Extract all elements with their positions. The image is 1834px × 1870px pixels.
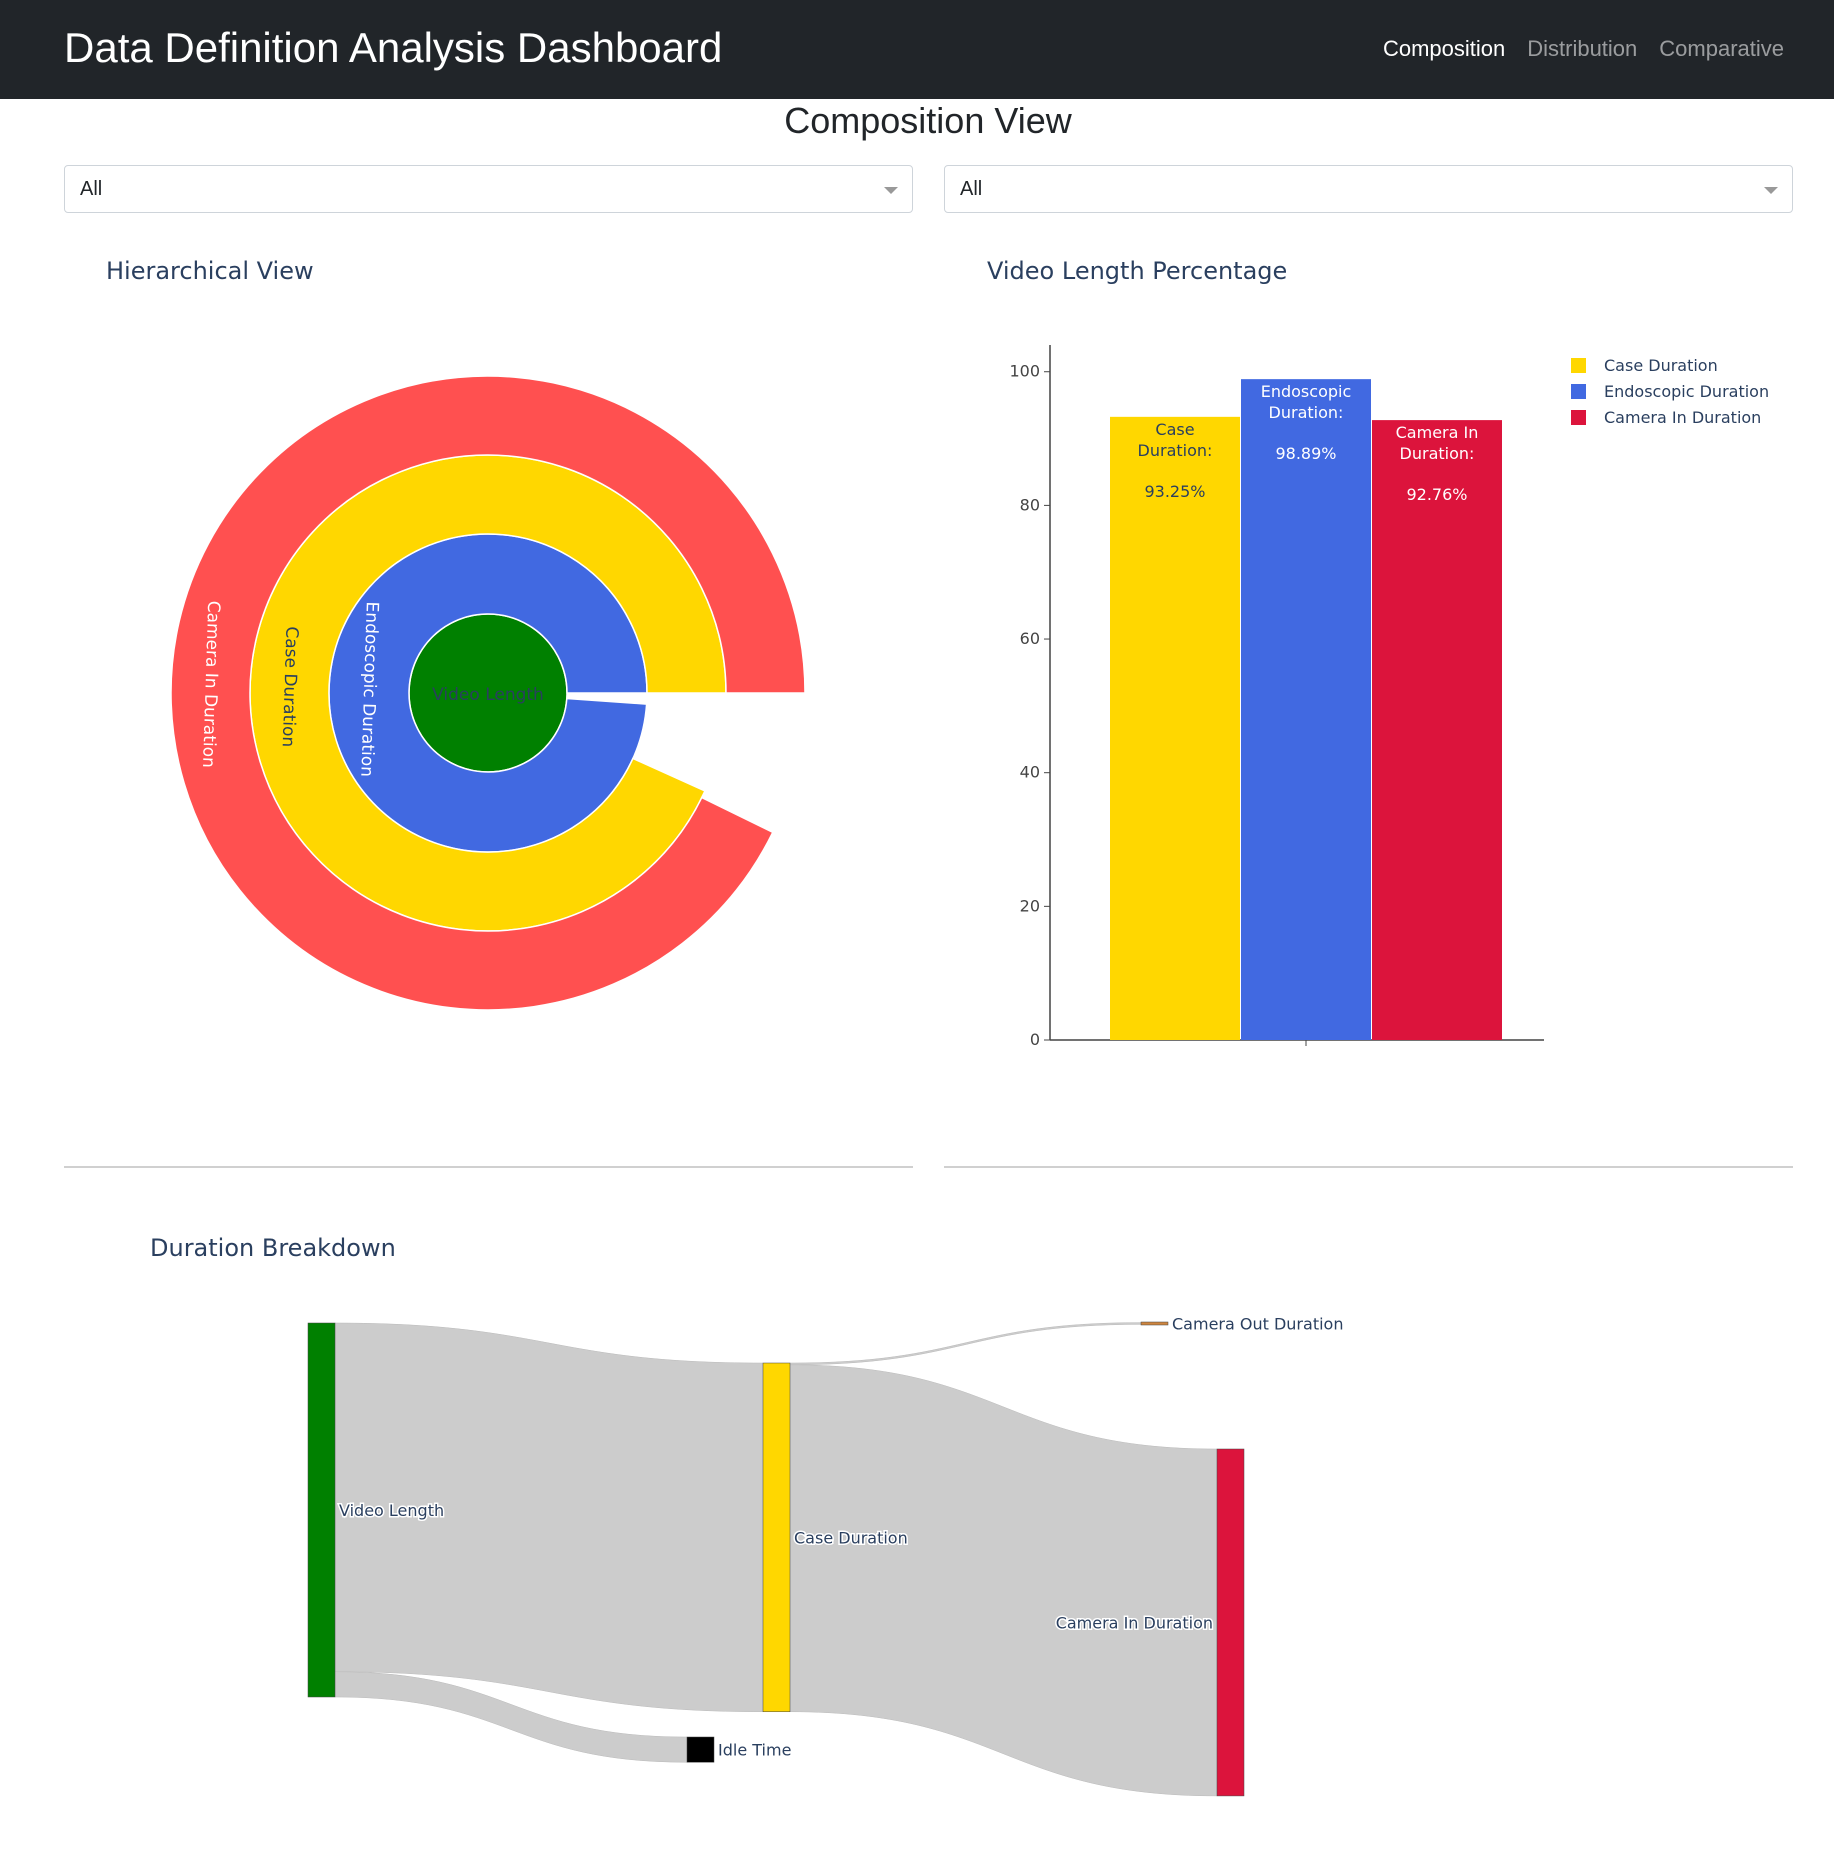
sankey-node-case-duration[interactable] [762, 1362, 791, 1713]
bar-chart-title: Video Length Percentage [987, 257, 1288, 285]
y-tick-label: 20 [1020, 896, 1040, 915]
y-tick-label: 60 [1020, 629, 1040, 648]
sankey-node-camera-in-duration[interactable] [1216, 1448, 1245, 1797]
sankey-title: Duration Breakdown [150, 1234, 396, 1262]
nav-link-composition[interactable]: Composition [1383, 36, 1505, 62]
divider-right [944, 1166, 1793, 1168]
y-tick-label: 100 [1009, 362, 1040, 381]
nav-links: Composition Distribution Comparative [1383, 36, 1784, 62]
y-tick-label: 0 [1030, 1030, 1040, 1049]
nav-link-distribution[interactable]: Distribution [1527, 36, 1637, 62]
left-filter-dropdown[interactable]: All [64, 165, 913, 213]
divider-left [64, 1166, 913, 1168]
sunburst-ring-label: Case Duration [278, 626, 302, 747]
legend-swatch-endoscopic-duration[interactable] [1571, 384, 1586, 399]
sunburst-chart: Video LengthEndoscopic DurationCase Dura… [170, 375, 806, 1011]
y-tick-label: 80 [1020, 495, 1040, 514]
sankey-link-case-duration-to-camera-in-duration[interactable] [789, 1364, 1218, 1797]
bar-chart: 0 20 40 60 80 100 Case Duration: 93.25% Endoscopi… [1009, 345, 1769, 1049]
sankey-label-idle-time: Idle Time [718, 1741, 791, 1760]
sankey-label-camera-out-duration: Camera Out Duration [1172, 1315, 1343, 1334]
chevron-down-icon [1764, 187, 1778, 194]
bar-text-label: Duration: [1138, 441, 1213, 460]
sunburst-title: Hierarchical View [106, 257, 314, 285]
right-filter-dropdown[interactable]: All [944, 165, 1793, 213]
bar-value-label: 93.25% [1144, 482, 1205, 501]
bar-endoscopic-duration[interactable] [1241, 379, 1371, 1040]
bar-value-label: 92.76% [1406, 485, 1467, 504]
bar-case-duration[interactable] [1110, 416, 1240, 1040]
sankey-label-video-length: Video Length [339, 1501, 444, 1520]
bar-value-label: 98.89% [1275, 444, 1336, 463]
sankey-node-idle-time[interactable] [686, 1736, 715, 1763]
legend-label-case-duration[interactable]: Case Duration [1604, 356, 1718, 375]
bar-text-label: Endoscopic [1261, 382, 1352, 401]
bar-text-label: Case [1155, 420, 1194, 439]
page-title: Composition View [784, 100, 1072, 141]
sunburst-center-label: Video Length [432, 685, 544, 705]
sankey-node-video-length[interactable] [307, 1322, 336, 1698]
sankey-node-camera-out-duration[interactable] [1140, 1321, 1169, 1326]
top-navbar: Data Definition Analysis Dashboard Compo… [0, 0, 1834, 99]
sankey-link-case-duration-to-camera-out-duration[interactable] [789, 1322, 1142, 1366]
bar-text-label: Duration: [1269, 403, 1344, 422]
sankey-diagram: Video Length Case Duration Idle Time Camera… [307, 1313, 1345, 1797]
nav-link-comparative[interactable]: Comparative [1659, 36, 1784, 62]
legend-swatch-camera-in-duration[interactable] [1571, 410, 1586, 425]
y-tick-label: 40 [1020, 763, 1040, 782]
bar-camera-in-duration[interactable] [1372, 420, 1502, 1040]
app-title[interactable]: Data Definition Analysis Dashboard [64, 24, 722, 72]
legend-label-endoscopic-duration[interactable]: Endoscopic Duration [1604, 382, 1769, 401]
bar-text-label: Camera In [1396, 423, 1479, 442]
legend-swatch-case-duration[interactable] [1571, 358, 1586, 373]
bar-text-label: Duration: [1400, 444, 1475, 463]
sankey-label-camera-in-duration: Camera In Duration [1056, 1613, 1213, 1632]
sankey-label-case-duration: Case Duration [794, 1528, 908, 1547]
legend-label-camera-in-duration[interactable]: Camera In Duration [1604, 408, 1761, 427]
chevron-down-icon [884, 187, 898, 194]
left-filter-value: All [80, 178, 103, 200]
right-filter-value: All [960, 178, 983, 200]
